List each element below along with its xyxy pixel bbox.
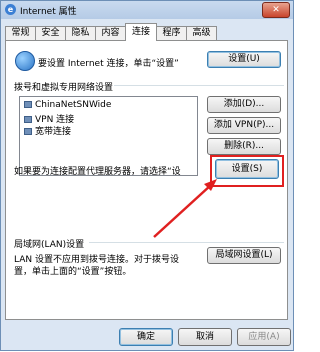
lan-settings-button[interactable]: 局域网设置(L) <box>207 247 281 264</box>
lan-text-line2: 置，单击上面的“设置”按钮。 <box>14 267 132 277</box>
ok-button[interactable]: 确定 <box>119 328 173 346</box>
cancel-button[interactable]: 取消 <box>178 328 232 346</box>
apply-button[interactable]: 应用(A) <box>237 328 291 346</box>
arrow-shaft <box>153 184 212 238</box>
annotation-arrow <box>153 179 217 238</box>
internet-properties-dialog: e Internet 属性 ✕ 常规 安全 隐私 内容 连接 程序 高级 要设置… <box>0 0 294 351</box>
lan-heading: 局域网(LAN)设置 <box>14 240 85 250</box>
lan-divider <box>89 242 284 243</box>
tab-connections[interactable]: 连接 <box>125 23 157 41</box>
